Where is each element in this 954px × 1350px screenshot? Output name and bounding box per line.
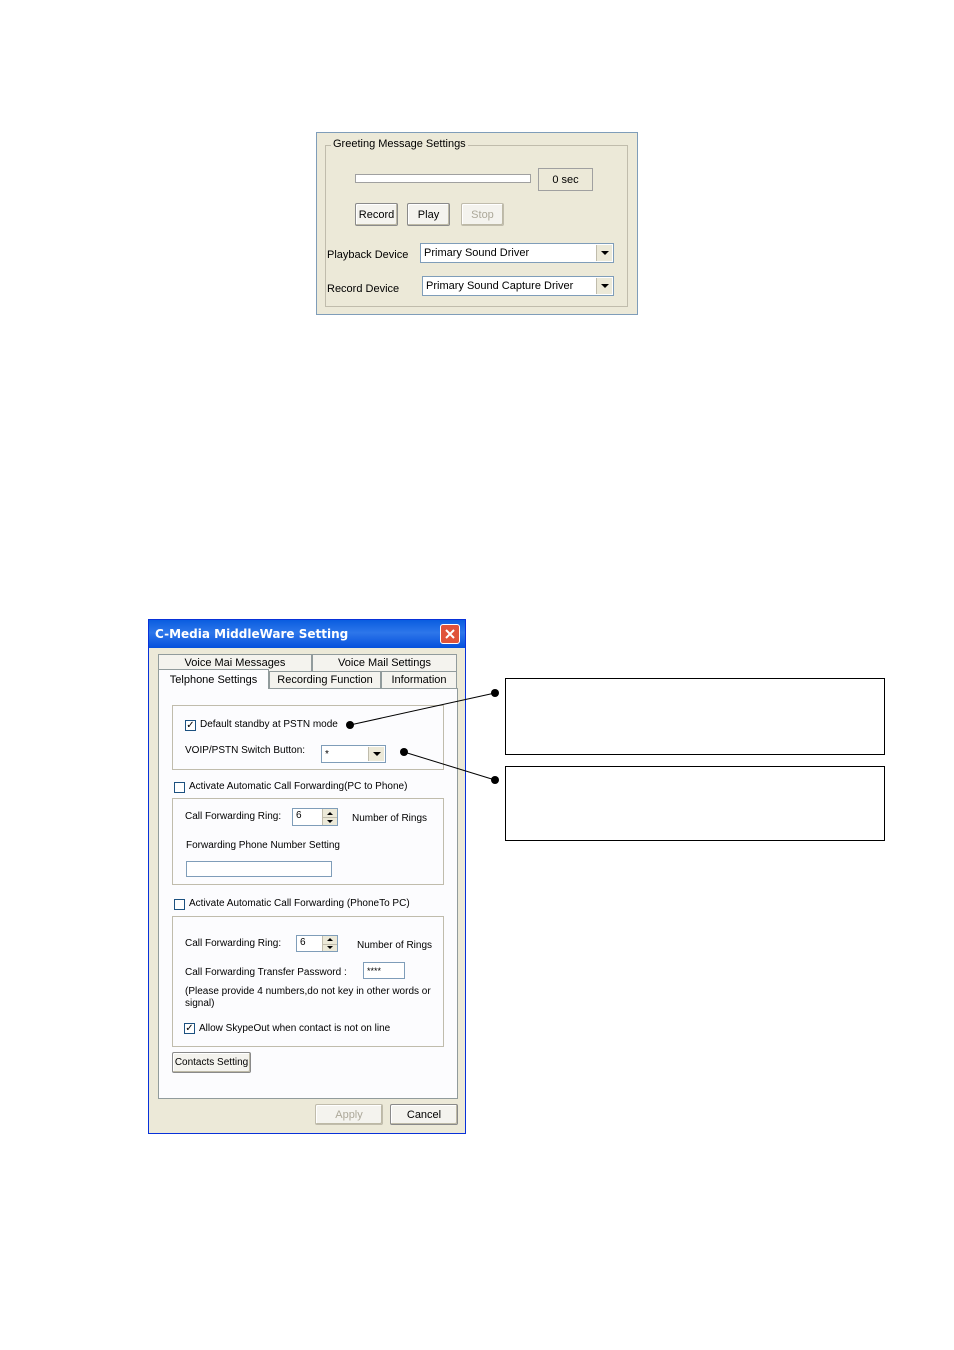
callout-leaders — [346, 689, 499, 784]
leader-dot — [491, 689, 499, 697]
leader-line-switch-button — [403, 751, 496, 781]
leader-line-standby — [349, 692, 496, 726]
leader-dot — [400, 748, 408, 756]
leader-dot — [491, 776, 499, 784]
leader-dot — [346, 721, 354, 729]
tab-telephone-settings[interactable]: Telphone Settings — [158, 669, 269, 689]
